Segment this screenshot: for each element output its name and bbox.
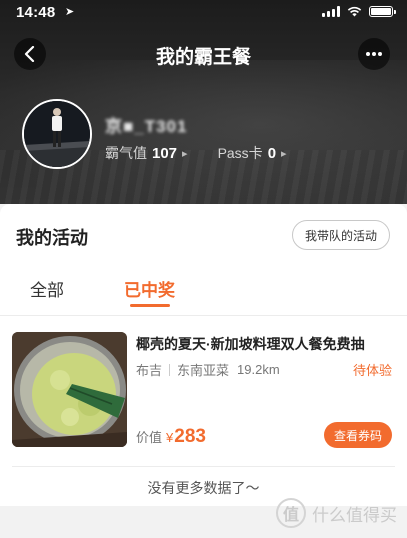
price-currency: ¥	[166, 430, 174, 445]
more-button[interactable]	[358, 38, 390, 70]
deal-area: 布吉	[136, 363, 163, 378]
deal-image	[12, 332, 127, 447]
username: 京■_T301	[105, 117, 188, 136]
list-item[interactable]: 椰壳的夏天·新加坡料理双人餐免费抽 布吉 东南亚菜 19.2km 待体验 价值 …	[12, 332, 396, 450]
profile-section: 京■_T301 霸气值 107 ▸ Pass卡 0 ▸	[22, 99, 392, 173]
status-bar: 14:48 ➤	[0, 0, 407, 26]
battery-icon	[369, 6, 396, 17]
tab-all[interactable]: 全部	[30, 276, 64, 301]
stat-value[interactable]: 107	[152, 145, 177, 162]
location-icon: ➤	[65, 6, 75, 18]
status-badge: 待体验	[352, 363, 392, 378]
profile-stats: 霸气值 107 ▸ Pass卡 0 ▸	[105, 143, 287, 163]
view-voucher-button[interactable]: 查看券码	[324, 422, 392, 448]
stat-label: Pass卡	[217, 145, 263, 161]
tab-won[interactable]: 已中奖	[124, 276, 175, 301]
food-photo	[12, 332, 127, 447]
chevron-right-icon: ▸	[182, 147, 188, 160]
tab-bar: 全部 已中奖	[0, 266, 407, 318]
deal-title: 椰壳的夏天·新加坡料理双人餐免费抽	[136, 336, 365, 352]
price-value: 283	[174, 426, 206, 447]
signal-icon	[322, 6, 340, 17]
team-activities-button[interactable]: 我带队的活动	[292, 220, 390, 250]
meta-separator	[169, 363, 171, 376]
status-time: 14:48	[16, 4, 56, 21]
avatar[interactable]	[22, 99, 92, 169]
nav-bar: 我的霸王餐	[0, 36, 407, 72]
more-dots-icon	[366, 52, 382, 56]
avatar-photo	[24, 101, 90, 167]
watermark-logo-icon: 值	[276, 498, 306, 528]
watermark-text: 什么值得买	[312, 505, 397, 525]
no-more-data-text: 没有更多数据了～	[147, 480, 260, 496]
page-title: 我的霸王餐	[155, 47, 251, 68]
tab-underline	[130, 304, 170, 307]
chevron-right-icon: ▸	[281, 147, 287, 160]
deal-distance: 19.2km	[237, 362, 280, 377]
stat-value[interactable]: 0	[268, 145, 276, 162]
status-indicators	[322, 6, 396, 17]
section-title: 我的活动	[16, 228, 88, 248]
wifi-icon	[347, 6, 362, 17]
price-label: 价值	[136, 430, 163, 445]
watermark: 值 什么值得买	[276, 498, 397, 528]
stat-label: 霸气值	[105, 145, 147, 161]
price-row: 价值 ¥ 283	[136, 426, 206, 448]
deal-meta: 布吉 东南亚菜 19.2km	[136, 360, 280, 379]
activities-card: 我的活动 我带队的活动 全部 已中奖 椰壳的夏天·新加坡料理双人餐免费抽 布吉	[0, 204, 407, 538]
deal-cuisine: 东南亚菜	[177, 363, 230, 378]
divider	[12, 466, 395, 467]
divider	[0, 315, 407, 316]
